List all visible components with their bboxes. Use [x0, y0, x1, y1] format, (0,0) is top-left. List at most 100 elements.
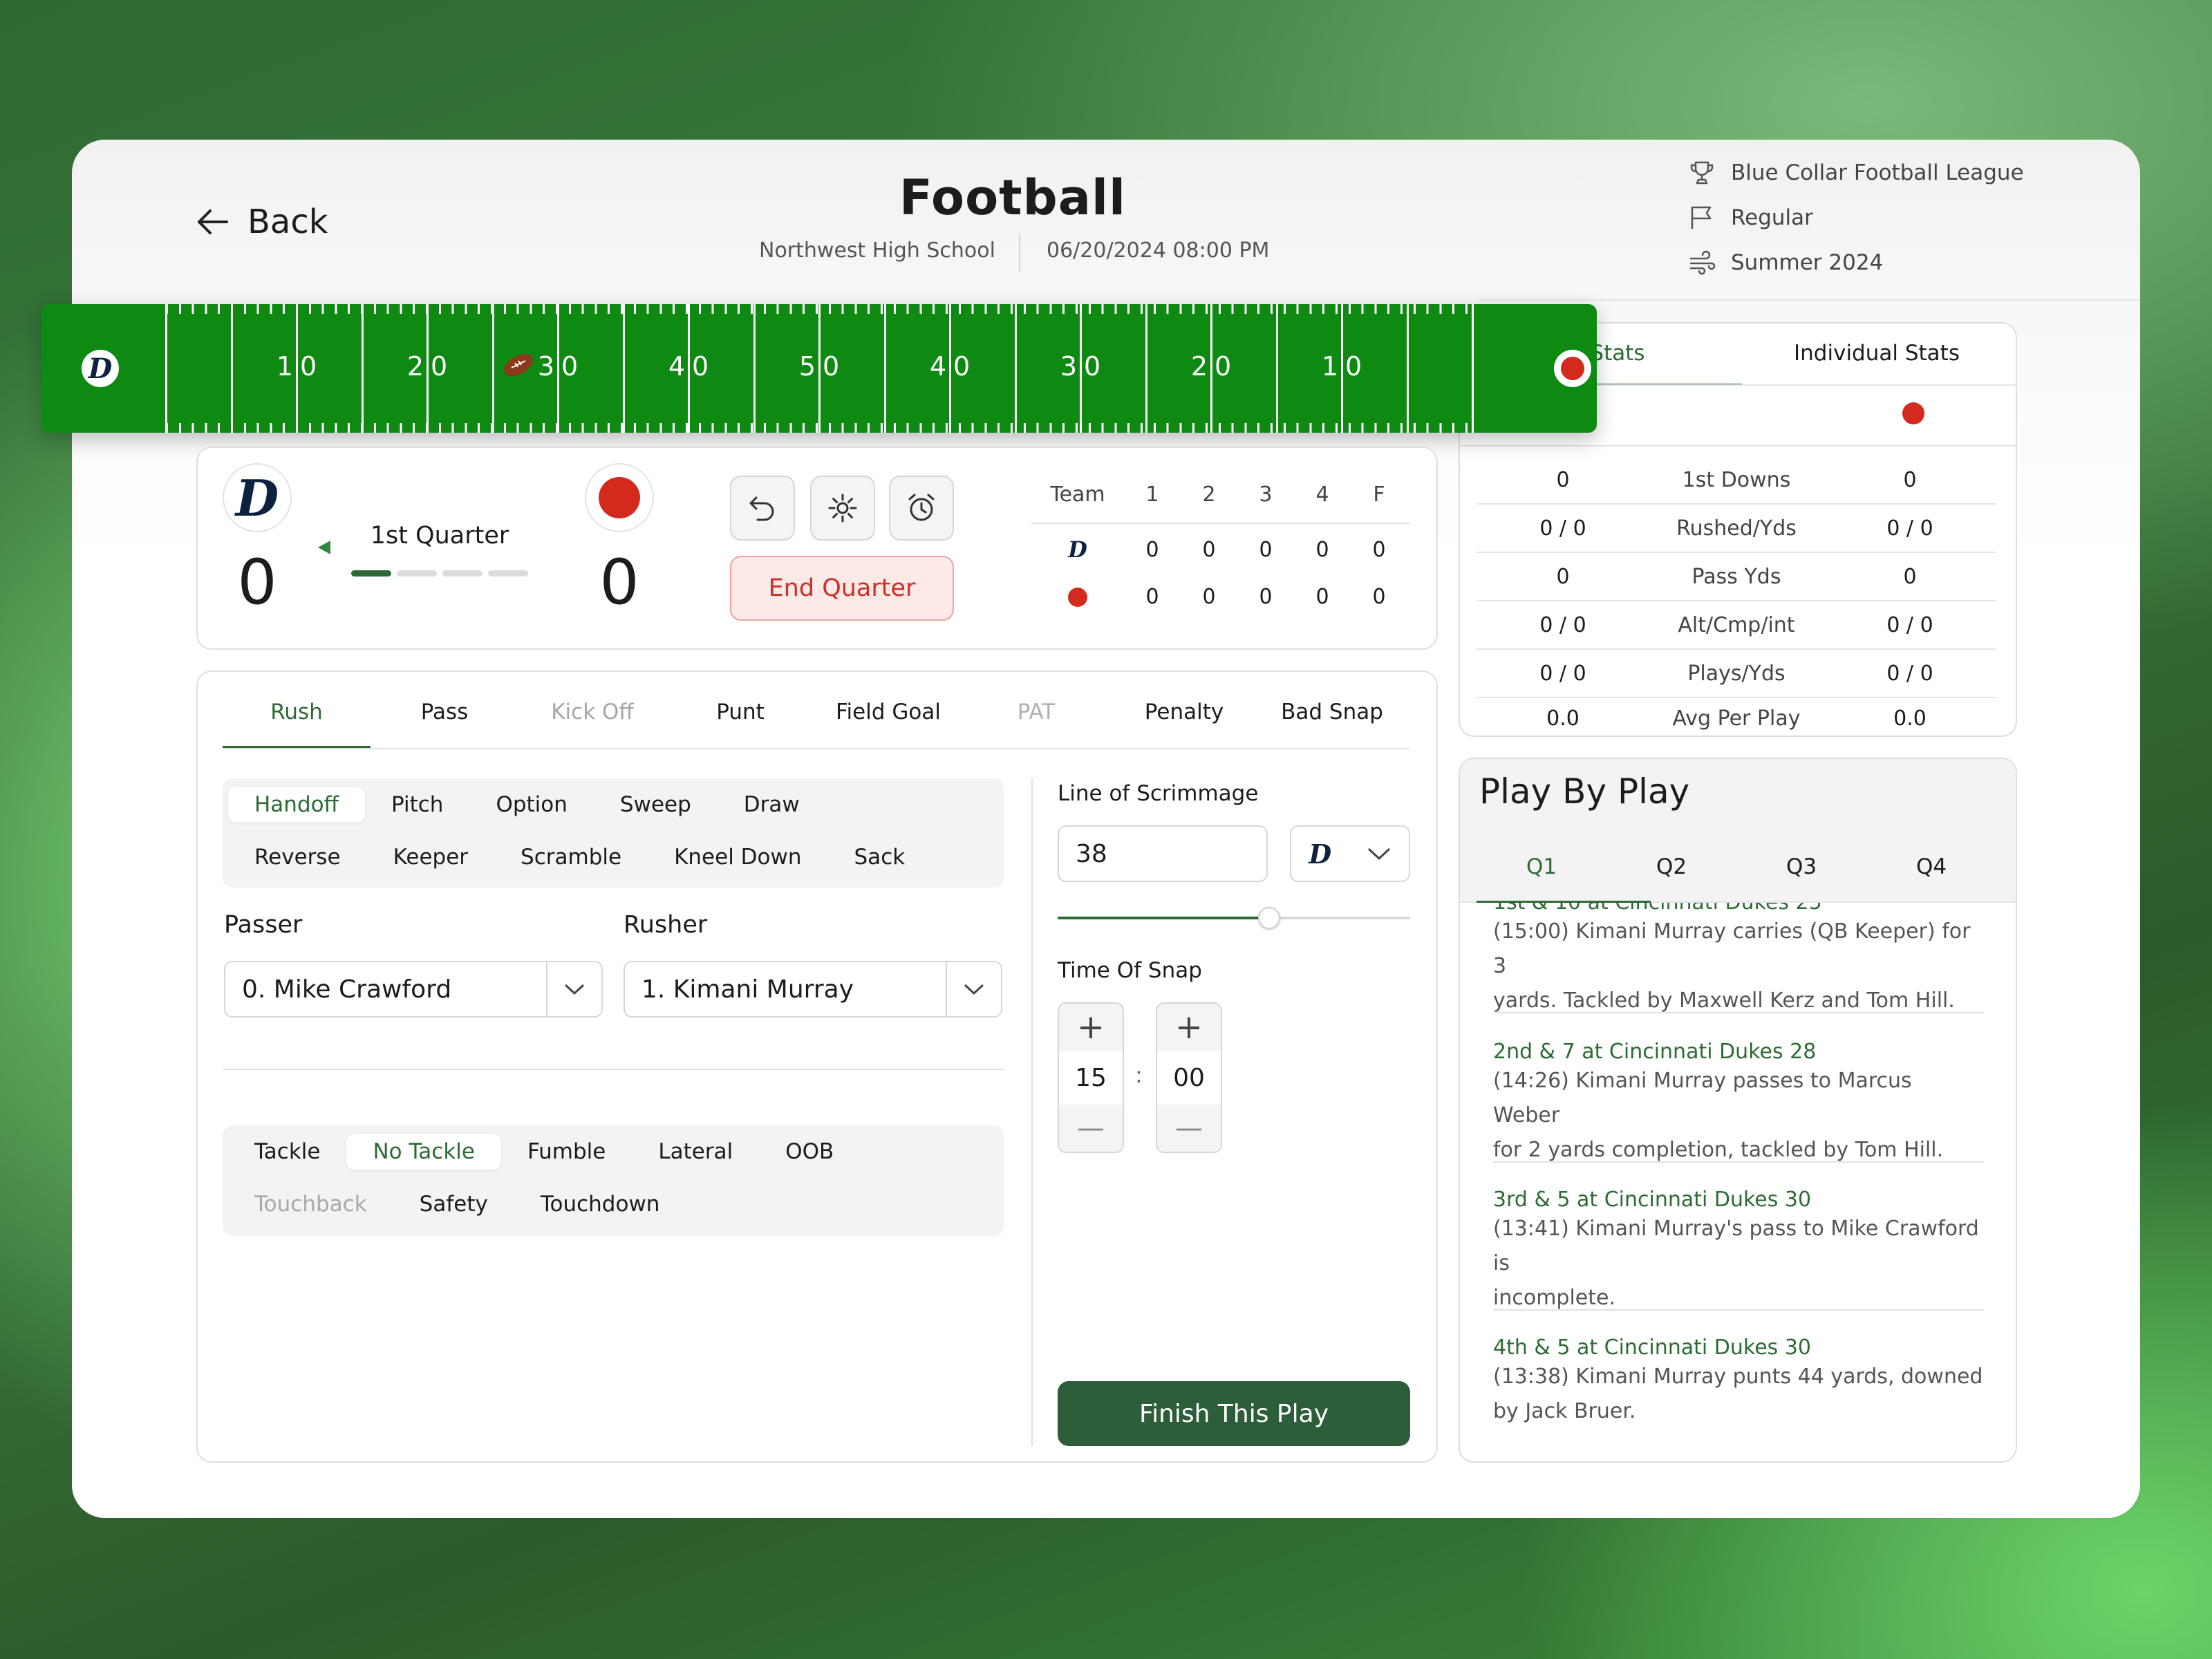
- passer-select[interactable]: 0. Mike Crawford: [224, 961, 603, 1018]
- list-item[interactable]: 3rd & 5 at Cincinnati Dukes 30 (13:41) Ki…: [1493, 1188, 1984, 1311]
- score-table-header: Team 1234F: [1050, 482, 1385, 507]
- tab-punt[interactable]: Punt: [666, 700, 814, 748]
- option-pitch[interactable]: Pitch: [365, 787, 469, 823]
- team-side-select[interactable]: D: [1290, 825, 1410, 882]
- option-scramble[interactable]: Scramble: [494, 839, 648, 875]
- option-fumble[interactable]: Fumble: [501, 1134, 632, 1170]
- yard-number: 10: [276, 351, 324, 382]
- option-sweep[interactable]: Sweep: [594, 787, 718, 823]
- season-type: Regular: [1731, 205, 1813, 230]
- page-title: Football: [899, 169, 1126, 226]
- yard-number: 30: [1060, 351, 1108, 382]
- undo-button[interactable]: [730, 476, 795, 541]
- minus-icon[interactable]: —: [1157, 1105, 1221, 1152]
- slider-handle: [1258, 907, 1280, 929]
- yard-line: [1145, 304, 1147, 433]
- plus-icon[interactable]: +: [1059, 1004, 1123, 1051]
- chevron-down-icon: [1367, 847, 1390, 861]
- tab-penalty[interactable]: Penalty: [1110, 700, 1258, 748]
- divider: [1479, 299, 2140, 301]
- arrow-left-icon: [198, 209, 228, 234]
- list-item[interactable]: 1st & 10 at Cincinnati Dukes 25(15:00) K…: [1493, 903, 1984, 1013]
- yard-number: 40: [668, 351, 716, 382]
- stats-row: 0 / 0 Plays/Yds 0 / 0: [1477, 650, 1996, 698]
- tab-pat[interactable]: PAT: [962, 700, 1110, 748]
- tab-kick-off[interactable]: Kick Off: [518, 700, 666, 748]
- option-reverse[interactable]: Reverse: [228, 839, 367, 875]
- option-sack[interactable]: Sack: [828, 839, 932, 875]
- yard-line: [622, 304, 625, 433]
- divider: [1031, 778, 1033, 1446]
- chevron-down-icon: [546, 962, 601, 1016]
- option-option[interactable]: Option: [469, 787, 593, 823]
- option-tackle[interactable]: Tackle: [228, 1134, 346, 1170]
- stats-row: 0 / 0 Alt/Cmp/int 0 / 0: [1477, 601, 1996, 650]
- finish-play-button[interactable]: Finish This Play: [1058, 1381, 1410, 1446]
- flag-icon: [1691, 206, 1712, 229]
- scrimmage-slider[interactable]: [1058, 906, 1410, 930]
- buccaneers-logo: [1554, 350, 1591, 387]
- rusher-value: 1. Kimani Murray: [641, 975, 854, 1004]
- possession-indicator-icon: [318, 541, 330, 554]
- buccaneers-logo: [1068, 587, 1087, 607]
- list-item[interactable]: 2nd & 7 at Cincinnati Dukes 28 (14:26) Ki…: [1493, 1040, 1984, 1163]
- tab-q1[interactable]: Q1: [1477, 854, 1606, 879]
- plus-icon[interactable]: +: [1157, 1004, 1221, 1051]
- rusher-select[interactable]: 1. Kimani Murray: [624, 961, 1002, 1018]
- divider: [1019, 234, 1020, 272]
- quarter-tabs: Q1 Q2 Q3 Q4: [1477, 854, 1996, 879]
- yard-number: 50: [798, 351, 847, 382]
- option-touchdown[interactable]: Touchdown: [514, 1186, 686, 1222]
- tab-q4[interactable]: Q4: [1866, 854, 1996, 879]
- option-oob[interactable]: OOB: [759, 1134, 860, 1170]
- scrimmage-label: Line of Scrimmage: [1058, 781, 1259, 806]
- tab-field-goal[interactable]: Field Goal: [814, 700, 962, 748]
- yard-line: [753, 304, 756, 433]
- stats-row: 0 / 0 Rushed/Yds 0 / 0: [1477, 505, 1996, 553]
- timer-button[interactable]: [889, 476, 954, 541]
- tab-bad-snap[interactable]: Bad Snap: [1258, 700, 1406, 748]
- option-lateral[interactable]: Lateral: [632, 1134, 759, 1170]
- yard-number: 10: [1321, 351, 1369, 382]
- yard-line: [361, 304, 364, 433]
- option-no-tackle[interactable]: No Tackle: [346, 1134, 501, 1170]
- yard-number: 40: [929, 351, 977, 382]
- minus-icon[interactable]: —: [1059, 1105, 1123, 1152]
- home-score: 0: [237, 546, 277, 619]
- buccaneers-logo: [1902, 402, 1924, 424]
- rusher-label: Rusher: [624, 911, 708, 939]
- quarter-label: 1st Quarter: [370, 522, 509, 550]
- tab-individual-stats[interactable]: Individual Stats: [1742, 337, 2012, 386]
- settings-button[interactable]: [810, 476, 875, 541]
- tab-q3[interactable]: Q3: [1736, 854, 1866, 879]
- passer-value: 0. Mike Crawford: [242, 975, 452, 1004]
- quarter-progress: [351, 570, 528, 577]
- season-name: Summer 2024: [1731, 250, 1884, 275]
- minutes-stepper[interactable]: + 15 —: [1058, 1002, 1124, 1153]
- option-handoff[interactable]: Handoff: [228, 787, 365, 823]
- season-info: Summer 2024: [1688, 249, 1883, 276]
- end-quarter-button[interactable]: End Quarter: [730, 556, 954, 621]
- tab-rush[interactable]: Rush: [223, 700, 371, 748]
- stats-row: 0 1st Downs 0: [1477, 456, 1996, 505]
- yard-number: 30: [537, 351, 585, 382]
- option-safety[interactable]: Safety: [393, 1186, 514, 1222]
- tab-q2[interactable]: Q2: [1606, 854, 1736, 879]
- tab-pass[interactable]: Pass: [371, 700, 518, 748]
- football-field: D 10 20 30 40 50 40 30 20 10: [41, 304, 1597, 433]
- yard-line: [165, 304, 167, 433]
- passer-label: Passer: [224, 911, 303, 939]
- seconds-stepper[interactable]: + 00 —: [1156, 1002, 1222, 1153]
- option-draw[interactable]: Draw: [718, 787, 826, 823]
- option-keeper[interactable]: Keeper: [367, 839, 494, 875]
- league-name: Blue Collar Football League: [1731, 160, 2024, 185]
- scrimmage-input[interactable]: 38: [1058, 825, 1268, 882]
- stats-row: 0 Pass Yds 0: [1477, 553, 1996, 601]
- list-item[interactable]: 4th & 5 at Cincinnati Dukes 30 (13:38) Ki…: [1493, 1335, 1984, 1459]
- yard-line: [491, 304, 494, 433]
- play-type-tabs: Rush Pass Kick Off Punt Field Goal PAT P…: [223, 700, 1410, 749]
- option-kneel-down[interactable]: Kneel Down: [648, 839, 827, 875]
- option-touchback[interactable]: Touchback: [228, 1186, 393, 1222]
- yard-number: 20: [406, 351, 455, 382]
- back-button[interactable]: Back: [196, 198, 328, 246]
